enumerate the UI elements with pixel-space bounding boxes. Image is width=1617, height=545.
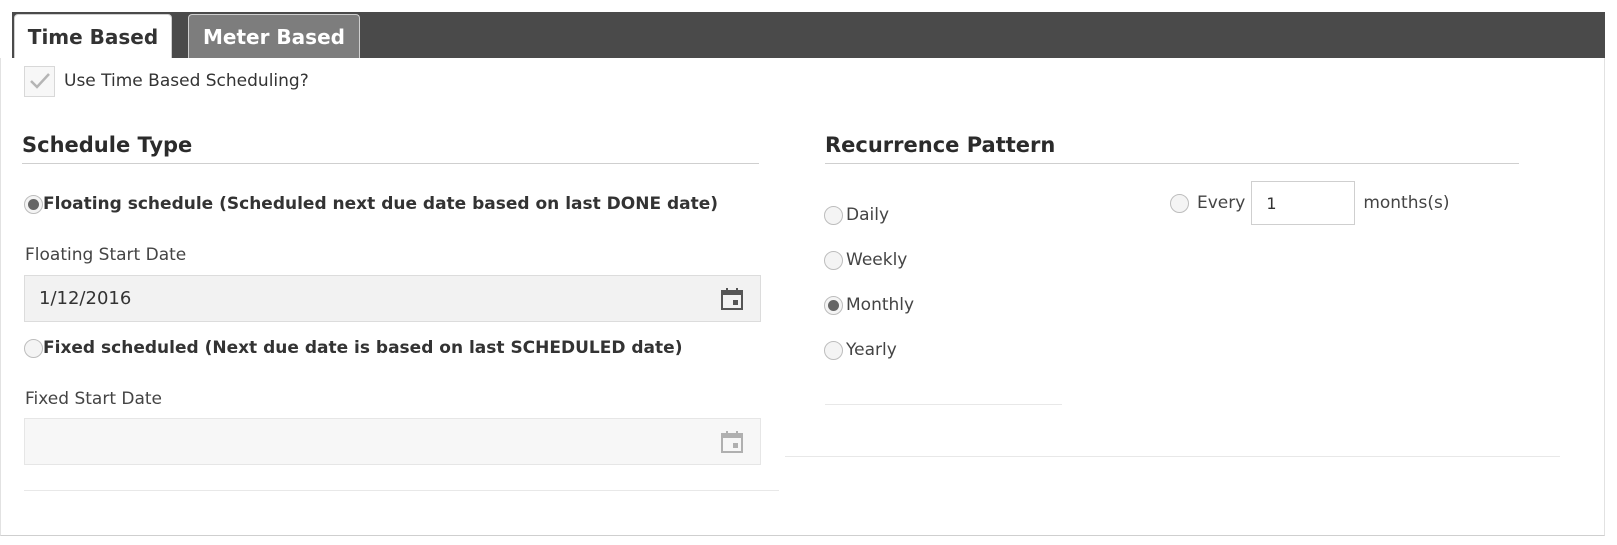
every-unit-label: months(s) — [1363, 193, 1450, 213]
left-bottom-divider — [24, 490, 779, 491]
check-icon — [29, 73, 50, 89]
fixed-schedule-label: Fixed scheduled (Next due date is based … — [43, 338, 683, 358]
every-n-months-row: Every months(s) — [1170, 181, 1449, 225]
fixed-start-date-label: Fixed Start Date — [25, 389, 163, 409]
floating-schedule-label: Floating schedule (Scheduled next due da… — [43, 194, 719, 214]
recurrence-option-daily[interactable]: Daily — [824, 205, 889, 225]
use-time-based-label: Use Time Based Scheduling? — [64, 71, 309, 91]
recurrence-option-monthly[interactable]: Monthly — [824, 295, 914, 315]
floating-start-date-input[interactable]: 1/12/2016 — [24, 275, 761, 322]
every-label: Every — [1197, 193, 1246, 213]
monthly-label: Monthly — [846, 295, 915, 315]
recurrence-pattern-heading: Recurrence Pattern — [825, 133, 1519, 164]
floating-schedule-option[interactable]: Floating schedule (Scheduled next due da… — [24, 194, 718, 214]
calendar-icon[interactable] — [720, 287, 744, 311]
tab-bar: Time Based Meter Based — [12, 12, 1605, 58]
recurrence-option-weekly[interactable]: Weekly — [824, 250, 907, 270]
use-time-based-checkbox[interactable] — [24, 65, 55, 97]
monthly-radio[interactable] — [824, 295, 843, 315]
yearly-radio[interactable] — [824, 340, 843, 360]
schedule-type-heading: Schedule Type — [22, 133, 759, 164]
use-time-based-row: Use Time Based Scheduling? — [24, 65, 309, 97]
every-radio[interactable] — [1170, 193, 1189, 213]
yearly-label: Yearly — [846, 340, 897, 360]
fixed-schedule-radio[interactable] — [24, 338, 43, 358]
tab-time-based[interactable]: Time Based — [14, 14, 172, 58]
fixed-schedule-option[interactable]: Fixed scheduled (Next due date is based … — [24, 338, 682, 358]
recurrence-divider — [825, 404, 1062, 405]
daily-label: Daily — [846, 205, 890, 225]
weekly-radio[interactable] — [824, 250, 843, 270]
floating-start-date-value: 1/12/2016 — [39, 288, 132, 309]
right-bottom-divider — [785, 456, 1560, 457]
recurrence-option-yearly[interactable]: Yearly — [824, 340, 897, 360]
calendar-icon[interactable] — [720, 430, 744, 454]
floating-start-date-label: Floating Start Date — [25, 245, 187, 265]
every-interval-input[interactable] — [1251, 181, 1356, 225]
fixed-start-date-input[interactable] — [24, 418, 761, 465]
tab-meter-based[interactable]: Meter Based — [188, 14, 360, 58]
floating-schedule-radio[interactable] — [24, 194, 43, 214]
daily-radio[interactable] — [824, 205, 843, 225]
weekly-label: Weekly — [846, 250, 908, 270]
